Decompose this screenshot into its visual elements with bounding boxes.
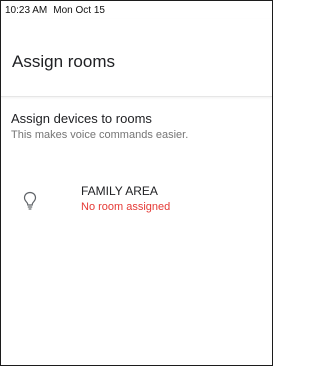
section-subtitle: This makes voice commands easier. (11, 129, 189, 141)
lightbulb-icon (23, 191, 37, 210)
device-name: FAMILY AREA (81, 184, 158, 198)
device-row-family-area[interactable]: FAMILY AREA No room assigned (1, 173, 272, 229)
status-date: Mon Oct 15 (53, 4, 105, 16)
page-title: Assign rooms (12, 52, 115, 71)
status-time: 10:23 AM (5, 4, 48, 16)
app-bar: Assign rooms (1, 19, 272, 97)
device-room-status: No room assigned (81, 201, 171, 213)
section-title: Assign devices to rooms (11, 111, 152, 126)
status-bar: 10:23 AM Mon Oct 15 (1, 1, 272, 19)
screen: 10:23 AM Mon Oct 15 Assign rooms Assign … (0, 0, 273, 366)
